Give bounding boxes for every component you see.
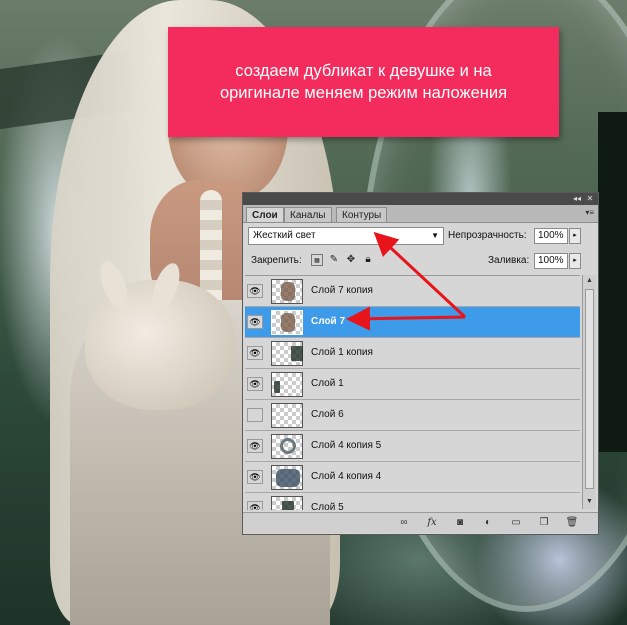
lock-move-icon[interactable]: ✥ <box>345 254 357 266</box>
eye-icon[interactable]: 👁︎ <box>247 501 263 510</box>
lock-brush-icon[interactable]: ✎ <box>328 254 340 266</box>
delete-layer-icon[interactable]: 🗑︎ <box>565 516 579 530</box>
layer-name: Слой 1 <box>311 378 344 389</box>
lock-transparency-icon[interactable]: ▦ <box>311 254 323 266</box>
layer-name: Слой 7 <box>311 316 346 327</box>
chevron-down-icon: ▼ <box>431 231 439 240</box>
layer-row[interactable]: 👁︎ Слой 1 <box>245 369 580 400</box>
layer-thumbnail <box>271 279 303 304</box>
tab-layers[interactable]: Слои <box>246 207 284 222</box>
opacity-input[interactable]: 100% <box>534 228 568 244</box>
layer-row[interactable]: 👁︎ Слой 5 <box>245 493 580 510</box>
new-group-icon[interactable]: ▭ <box>509 516 523 530</box>
layer-name: Слой 1 копия <box>311 347 373 358</box>
scroll-down-icon[interactable]: ▼ <box>585 497 594 507</box>
layer-thumbnail <box>271 310 303 335</box>
layer-name: Слой 7 копия <box>311 285 373 296</box>
layer-name: Слой 4 копия 5 <box>311 440 382 451</box>
eye-icon[interactable]: 👁︎ <box>247 284 263 298</box>
opacity-arrow-icon[interactable]: ▸ <box>569 228 581 244</box>
layers-list: 👁︎ Слой 7 копия 👁︎ Слой 7 👁︎ Слой 1 копи… <box>245 275 580 510</box>
layer-name: Слой 6 <box>311 409 344 420</box>
layer-row[interactable]: 👁︎ Слой 7 копия <box>245 276 580 307</box>
instruction-callout: создаем дубликат к девушке и на оригинал… <box>168 27 559 137</box>
scroll-up-icon[interactable]: ▲ <box>585 276 594 286</box>
layers-scrollbar[interactable]: ▲ ▼ <box>582 275 596 509</box>
layer-thumbnail <box>271 434 303 459</box>
fill-arrow-icon[interactable]: ▸ <box>569 253 581 269</box>
white-goat <box>85 257 235 410</box>
fill-input[interactable]: 100% <box>534 253 568 269</box>
blend-mode-select[interactable]: Жесткий свет ▼ <box>248 227 444 245</box>
layer-row-selected[interactable]: 👁︎ Слой 7 <box>245 307 580 338</box>
lock-all-icon[interactable]: 🔒︎ <box>362 254 374 266</box>
layer-row[interactable]: 👁︎ Слой 4 копия 5 <box>245 431 580 462</box>
eye-icon[interactable]: 👁︎ <box>247 315 263 329</box>
layers-toolbar: ∞ fx ◙ ◐ ▭ ❐ 🗑︎ <box>243 512 598 533</box>
layer-thumbnail <box>271 372 303 397</box>
eye-hidden-icon[interactable]: 👁︎ <box>247 408 263 422</box>
lock-row: Закрепить: ▦ ✎ ✥ 🔒︎ Заливка: 100% ▸ <box>247 251 596 271</box>
blend-row: Жесткий свет ▼ Непрозрачность: 100% ▸ <box>247 227 596 247</box>
layer-row[interactable]: 👁︎ Слой 4 копия 4 <box>245 462 580 493</box>
panel-menu-icon[interactable]: ▾≡ <box>585 208 594 217</box>
dark-edge-panel <box>598 112 627 452</box>
eye-icon[interactable]: 👁︎ <box>247 377 263 391</box>
layers-panel: ◂◂ ✕ Слои Каналы Контуры ▾≡ Жесткий свет… <box>242 192 599 535</box>
panel-tabs: Слои Каналы Контуры ▾≡ <box>243 205 598 223</box>
tab-paths[interactable]: Контуры <box>336 207 388 222</box>
layer-name: Слой 5 <box>311 502 344 510</box>
layer-thumbnail <box>271 465 303 490</box>
callout-line-1: создаем дубликат к девушке и на <box>235 62 492 80</box>
panel-titlebar[interactable]: ◂◂ ✕ <box>243 193 598 205</box>
eye-icon[interactable]: 👁︎ <box>247 346 263 360</box>
layer-row[interactable]: 👁︎ Слой 6 <box>245 400 580 431</box>
tab-channels[interactable]: Каналы <box>284 207 332 222</box>
eye-icon[interactable]: 👁︎ <box>247 470 263 484</box>
collapse-icon[interactable]: ◂◂ <box>572 194 582 204</box>
layer-name: Слой 4 копия 4 <box>311 471 382 482</box>
scroll-thumb[interactable] <box>585 289 594 489</box>
fill-label: Заливка: <box>488 255 530 266</box>
close-icon[interactable]: ✕ <box>585 194 595 204</box>
opacity-label: Непрозрачность: <box>448 230 527 241</box>
new-layer-icon[interactable]: ❐ <box>537 516 551 530</box>
lock-label: Закрепить: <box>251 255 302 266</box>
add-mask-icon[interactable]: ◙ <box>453 516 467 530</box>
adjustment-layer-icon[interactable]: ◐ <box>481 516 495 530</box>
callout-line-2: оригинале меняем режим наложения <box>219 84 508 102</box>
layer-thumbnail <box>271 496 303 510</box>
layer-thumbnail <box>271 341 303 366</box>
eye-icon[interactable]: 👁︎ <box>247 439 263 453</box>
layer-thumbnail <box>271 403 303 428</box>
blend-mode-value: Жесткий свет <box>253 230 316 241</box>
link-layers-icon[interactable]: ∞ <box>397 516 411 530</box>
layer-row[interactable]: 👁︎ Слой 1 копия <box>245 338 580 369</box>
fx-icon[interactable]: fx <box>425 516 439 530</box>
